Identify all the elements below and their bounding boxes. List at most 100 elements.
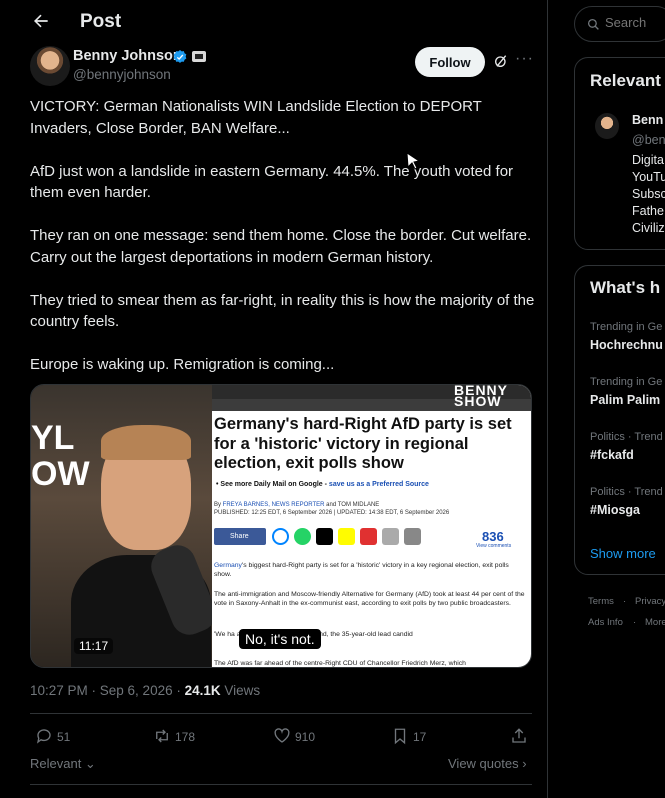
x-icon bbox=[316, 528, 333, 545]
reply-count: 51 bbox=[57, 730, 71, 744]
article-screenshot: BENNY SHOW Germany's hard-Right AfD part… bbox=[212, 384, 531, 667]
chevron-down-icon: ⌄ bbox=[81, 756, 96, 771]
post-paragraph: AfD just won a landslide in eastern Germ… bbox=[30, 162, 514, 202]
follow-button[interactable]: Follow bbox=[415, 47, 485, 77]
relevant-avatar[interactable] bbox=[595, 113, 619, 139]
like-count: 910 bbox=[295, 730, 316, 744]
trend-item[interactable]: Palim Palim bbox=[590, 393, 660, 407]
relevant-bio-line: YouTu bbox=[632, 170, 665, 184]
post-meta: 10:27 PM · Sep 6, 2026 · 24.1K Views bbox=[30, 683, 260, 698]
show-logo-text: BENNY SHOW bbox=[454, 384, 508, 409]
back-arrow-icon[interactable] bbox=[31, 11, 51, 31]
divider bbox=[30, 784, 532, 785]
main-column: Post Benny Johnson @bennyjohnson Follow … bbox=[0, 0, 548, 798]
relevant-handle: @ben bbox=[632, 133, 665, 147]
trend-item[interactable]: #Miosga bbox=[590, 503, 640, 517]
presenter-hair bbox=[101, 425, 191, 460]
page: Post Benny Johnson @bennyjohnson Follow … bbox=[0, 0, 665, 798]
article-byline: By FREYA BARNES, NEWS REPORTER and TOM M… bbox=[214, 502, 526, 517]
post-paragraph: They tried to smear them as far-right, i… bbox=[30, 291, 535, 331]
video-duration: 11:17 bbox=[74, 638, 114, 654]
share-button: Share bbox=[214, 528, 266, 545]
divider bbox=[30, 713, 532, 714]
trend-item[interactable]: Hochrechnu bbox=[590, 338, 663, 352]
right-sidebar: Relevant Benn @ben Digita YouTu Subsc Fa… bbox=[559, 0, 665, 798]
post-paragraph: Europe is waking up. Remigration is comi… bbox=[30, 356, 335, 373]
article-published: PUBLISHED: 12:25 EDT, 6 September 2026 |… bbox=[214, 509, 450, 516]
bookmark-icon bbox=[394, 728, 406, 745]
more-options-icon[interactable]: ··· bbox=[515, 50, 534, 68]
relevant-bio-line: Fathe bbox=[632, 204, 664, 218]
relevant-people-card: Relevant Benn @ben Digita YouTu Subsc Fa… bbox=[574, 57, 665, 250]
page-title: Post bbox=[80, 11, 122, 32]
author-name[interactable]: Benny Johnson bbox=[73, 48, 182, 64]
email-icon bbox=[382, 528, 399, 545]
relevant-name[interactable]: Benn bbox=[632, 113, 663, 127]
share-row: Share 836 View comments bbox=[214, 528, 526, 549]
search-input[interactable] bbox=[605, 15, 665, 30]
video-caption: No, it's not. bbox=[239, 629, 321, 649]
article-headline: Germany's hard-Right AfD party is set fo… bbox=[214, 415, 512, 472]
preferred-link: save us as a Preferred Source bbox=[328, 481, 429, 488]
chevron-right-icon: › bbox=[518, 756, 527, 771]
post-text: VICTORY: German Nationalists WIN Landsli… bbox=[30, 96, 535, 397]
show-more-link[interactable]: Show more bbox=[590, 546, 656, 561]
sort-label: Relevant bbox=[30, 756, 82, 771]
footer-link-ads-info[interactable]: Ads Info bbox=[588, 617, 623, 628]
grok-icon[interactable] bbox=[493, 53, 509, 69]
view-quotes-label: View quotes bbox=[448, 756, 519, 771]
flipboard-icon bbox=[360, 528, 377, 545]
search-bar[interactable] bbox=[574, 6, 665, 42]
share-icon bbox=[512, 728, 526, 743]
footer-link-more[interactable]: More bbox=[645, 617, 665, 628]
post-timestamp[interactable]: 10:27 PM · Sep 6, 2026 · bbox=[30, 683, 185, 698]
share-more-icon bbox=[404, 528, 421, 545]
byline-rest: and TOM MIDLANE bbox=[324, 502, 380, 508]
byline-prefix: By bbox=[214, 502, 223, 508]
whatsapp-icon bbox=[294, 528, 311, 545]
video-frame: YL OW bbox=[31, 385, 222, 667]
whats-happening-card: What's h Trending in Ge Hochrechnu Trend… bbox=[574, 265, 665, 575]
trend-context: Trending in Ge bbox=[590, 321, 663, 333]
footer-separator: · bbox=[623, 596, 627, 607]
repost-icon bbox=[156, 729, 168, 743]
view-count: 24.1K bbox=[184, 683, 221, 698]
show-logo: YL OW bbox=[31, 419, 90, 493]
trend-context: Politics · Trend bbox=[590, 431, 663, 443]
views-label: Views bbox=[220, 683, 261, 698]
trend-item[interactable]: #fckafd bbox=[590, 448, 634, 462]
relevant-bio-line: Subsc bbox=[632, 187, 665, 201]
whats-happening-title: What's h bbox=[590, 278, 661, 297]
comment-sub: View comments bbox=[476, 543, 512, 549]
relevant-bio-line: Digita bbox=[632, 153, 664, 167]
video-player[interactable]: YL OW BENNY SHOW Germany's hard-Right AfD… bbox=[30, 384, 532, 668]
relevant-title: Relevant bbox=[590, 71, 661, 90]
footer-link-terms[interactable]: Terms bbox=[588, 596, 614, 607]
search-icon bbox=[587, 18, 599, 30]
heart-icon bbox=[274, 728, 290, 743]
post-paragraph: They ran on one message: send them home.… bbox=[30, 227, 532, 266]
article-paragraph: The AfD was far ahead of the centre-Righ… bbox=[214, 660, 466, 667]
footer-separator: · bbox=[633, 617, 637, 628]
article-p1: 's biggest hard-Right party is set for a… bbox=[214, 562, 509, 578]
article-preferred-source: • See more Daily Mail on Google - save u… bbox=[216, 481, 429, 488]
footer-link-privacy[interactable]: Privacy bbox=[635, 596, 665, 607]
post-header: Post bbox=[0, 0, 547, 44]
reply-icon bbox=[36, 729, 51, 744]
author-avatar[interactable] bbox=[30, 46, 70, 86]
verified-badge-icon[interactable] bbox=[172, 49, 188, 65]
view-quotes-link[interactable]: View quotes › bbox=[448, 756, 527, 771]
article-paragraph: The anti-immigration and Moscow-friendly… bbox=[214, 591, 525, 607]
affiliate-badge-icon[interactable] bbox=[192, 51, 206, 62]
article-p1-lead: Germany bbox=[214, 562, 242, 569]
comment-count: 836 bbox=[482, 529, 504, 544]
author-handle[interactable]: @bennyjohnson bbox=[73, 67, 171, 82]
article-paragraph: Germany's biggest hard-Right party is se… bbox=[214, 561, 526, 579]
post-paragraph: VICTORY: German Nationalists WIN Landsli… bbox=[30, 98, 482, 137]
bookmark-count: 17 bbox=[413, 730, 427, 744]
preferred-prefix: • See more Daily Mail on Google - bbox=[216, 481, 329, 488]
trend-context: Trending in Ge bbox=[590, 376, 663, 388]
snapchat-icon bbox=[338, 528, 355, 545]
repost-count: 178 bbox=[175, 730, 196, 744]
replies-sort-dropdown[interactable]: Relevant ⌄ bbox=[30, 756, 96, 772]
